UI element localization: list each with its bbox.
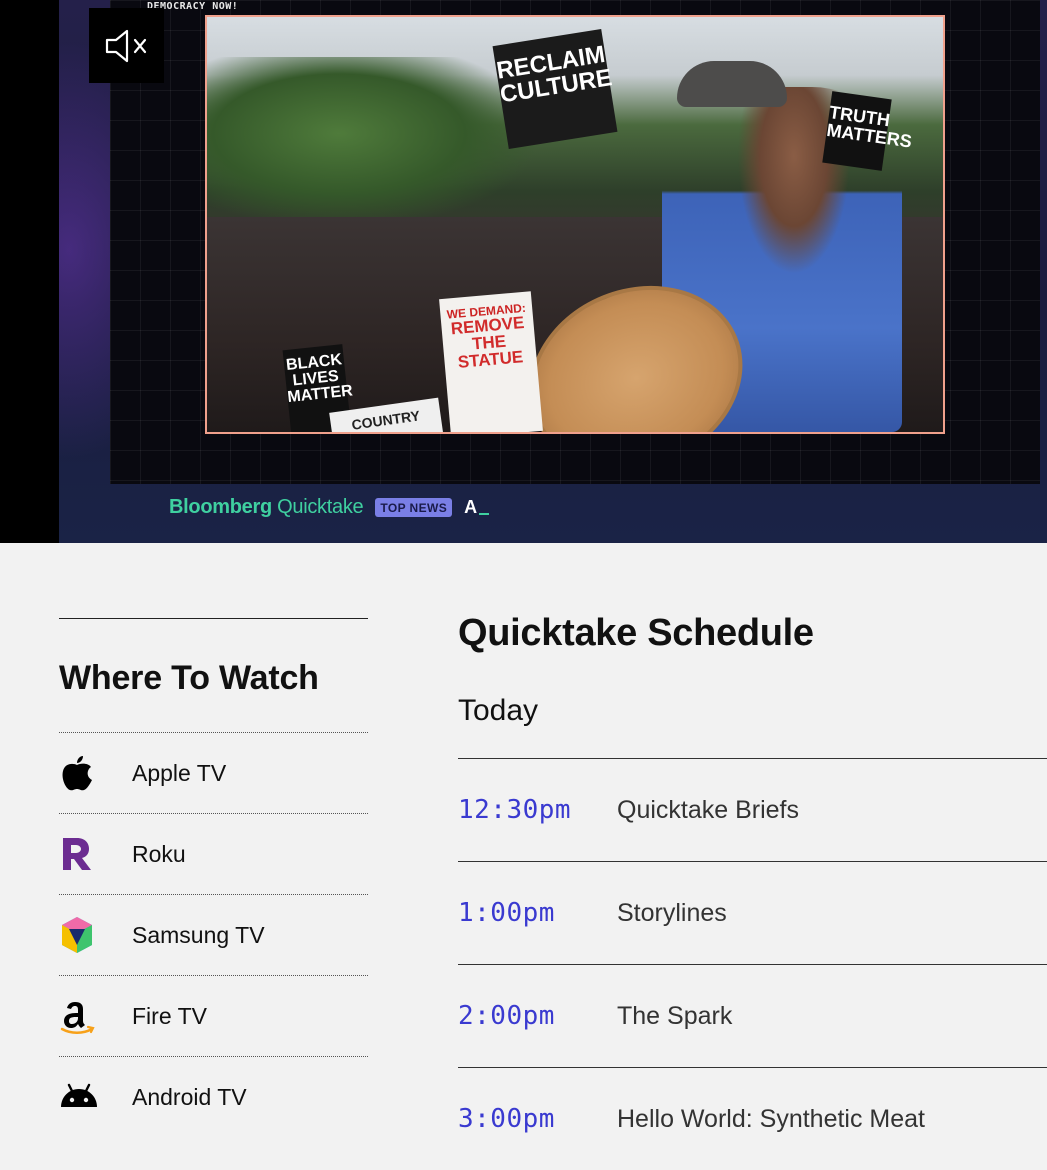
schedule-time: 3:00pm <box>458 1104 555 1134</box>
android-icon <box>59 1077 99 1117</box>
schedule-time: 2:00pm <box>458 1001 555 1031</box>
schedule-row: 3:00pm Hello World: Synthetic Meat <box>458 1067 1047 1170</box>
schedule-time: 1:00pm <box>458 898 555 928</box>
platform-label: Roku <box>132 840 186 867</box>
schedule-row: 12:30pm Quicktake Briefs <box>458 758 1047 861</box>
schedule-show-title[interactable]: The Spark <box>617 1002 732 1031</box>
bloomberg-quicktake-logo: Bloomberg Quicktake <box>169 495 364 518</box>
schedule-show-title[interactable]: Quicktake Briefs <box>617 796 799 825</box>
schedule-time: 12:30pm <box>458 795 572 825</box>
schedule-title: Quicktake Schedule <box>458 612 814 654</box>
platform-label: Samsung TV <box>132 921 265 948</box>
video-player[interactable]: Bloomberg Quicktake TOP NEWS A DEMOCRACY… <box>0 0 1047 543</box>
platform-item-fire-tv[interactable]: Fire TV <box>59 975 368 1056</box>
schedule-row: 2:00pm The Spark <box>458 964 1047 1067</box>
platform-list: Apple TV Roku Samsung TV Fire TV Android… <box>59 732 368 1137</box>
platform-label: Fire TV <box>132 1002 207 1029</box>
amazon-icon <box>59 996 99 1036</box>
platform-item-samsung-tv[interactable]: Samsung TV <box>59 894 368 975</box>
apple-icon <box>59 753 99 793</box>
schedule-day-heading: Today <box>458 694 539 727</box>
protest-sign-demand: WE DEMAND: REMOVE THE STATUE <box>439 291 543 432</box>
platform-item-roku[interactable]: Roku <box>59 813 368 894</box>
platform-item-android-tv[interactable]: Android TV <box>59 1056 368 1137</box>
platform-item-apple-tv[interactable]: Apple TV <box>59 732 368 813</box>
mute-toggle-button[interactable] <box>89 8 164 83</box>
platform-label: Android TV <box>132 1083 247 1110</box>
top-news-badge: TOP NEWS <box>375 497 453 517</box>
protest-sign-reclaim: RECLAIM CULTURE <box>492 29 618 149</box>
broadcast-brand-bar: Bloomberg Quicktake TOP NEWS A <box>169 493 490 521</box>
where-to-watch-section: Where To Watch Apple TV Roku Samsung TV … <box>59 618 368 1137</box>
ticker-text: A <box>464 497 490 518</box>
schedule-list: 12:30pm Quicktake Briefs 1:00pm Storylin… <box>458 758 1047 1170</box>
roku-icon <box>59 834 99 874</box>
schedule-show-title[interactable]: Hello World: Synthetic Meat <box>617 1105 925 1134</box>
platform-label: Apple TV <box>132 759 227 786</box>
muted-speaker-icon <box>105 29 146 62</box>
samsung-tv-icon <box>59 915 99 955</box>
where-to-watch-title: Where To Watch <box>59 659 319 697</box>
schedule-show-title[interactable]: Storylines <box>617 899 727 928</box>
schedule-section: Quicktake Schedule Today 12:30pm Quickta… <box>458 612 1047 1170</box>
video-frame: RECLAIM CULTURE WE DEMAND: REMOVE THE ST… <box>205 15 945 434</box>
protest-sign-truth: TRUTH MATTERS <box>822 91 913 171</box>
schedule-row: 1:00pm Storylines <box>458 861 1047 964</box>
